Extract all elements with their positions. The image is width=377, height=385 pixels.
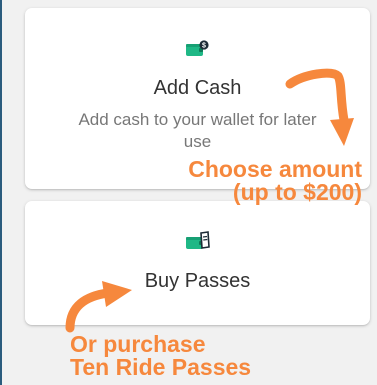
annotation-arrow-down-icon	[285, 68, 354, 146]
svg-text:$: $	[202, 43, 206, 50]
wallet-cash-icon: $	[185, 40, 211, 63]
choose-amount-line1: Choose amount	[188, 156, 362, 182]
window-left-edge	[0, 0, 2, 385]
choose-amount-annotation: Choose amount (up to $200)	[150, 158, 362, 204]
annotation-arrow-up-icon	[65, 281, 132, 333]
wallet-ticket-icon	[185, 231, 211, 256]
purchase-line2: Ten Ride Passes	[70, 354, 252, 380]
purchase-line1: Or purchase	[70, 331, 206, 357]
purchase-passes-annotation: Or purchase Ten Ride Passes	[70, 333, 370, 379]
choose-amount-line2: (up to $200)	[232, 179, 362, 205]
